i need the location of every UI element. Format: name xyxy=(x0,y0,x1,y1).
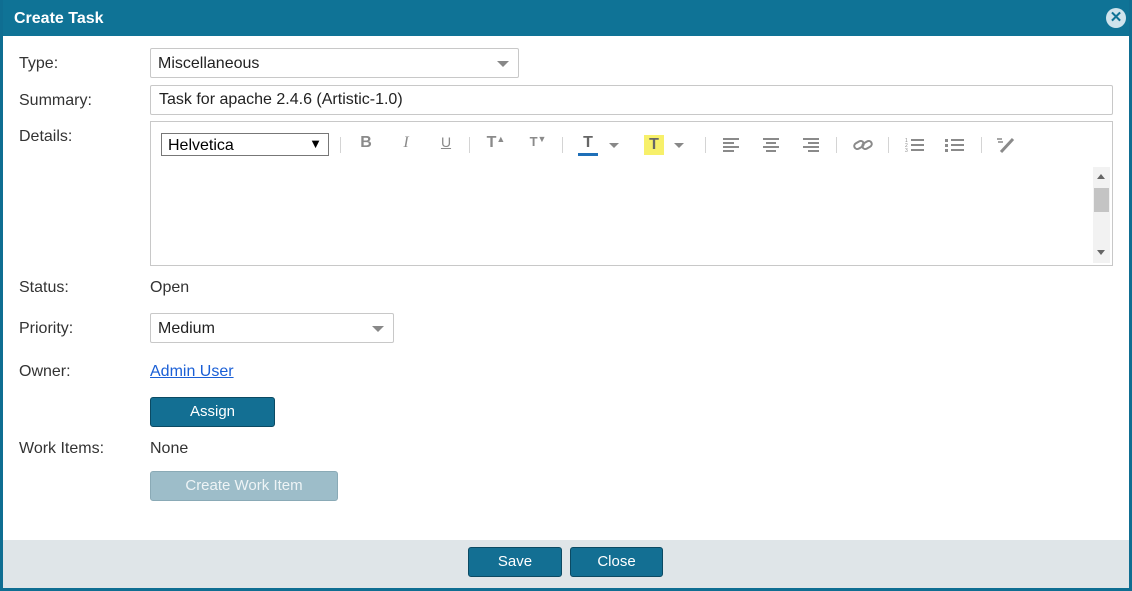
scroll-up-icon[interactable] xyxy=(1097,174,1105,179)
close-dialog-icon[interactable]: ✕ xyxy=(1106,8,1126,28)
work-items-label: Work Items: xyxy=(19,440,105,457)
status-label: Status: xyxy=(19,279,69,296)
font-family-value: Helvetica xyxy=(168,137,234,154)
summary-input[interactable] xyxy=(150,85,1113,115)
toolbar-divider xyxy=(888,137,889,153)
toolbar-divider xyxy=(340,137,341,153)
underline-icon[interactable]: U xyxy=(438,134,454,156)
type-label: Type: xyxy=(19,55,59,72)
create-work-item-button[interactable]: Create Work Item xyxy=(150,471,338,501)
arrow-down-icon: ▼ xyxy=(537,134,547,144)
owner-link[interactable]: Admin User xyxy=(150,363,234,381)
align-right-icon[interactable] xyxy=(803,138,819,152)
highlight-dropdown-icon[interactable] xyxy=(674,143,684,148)
assign-button[interactable]: Assign xyxy=(150,397,275,427)
text-color-icon[interactable]: T xyxy=(578,134,598,156)
superscript-label: T xyxy=(486,134,497,151)
ordered-list-icon[interactable]: 1 2 3 xyxy=(905,137,925,153)
save-button[interactable]: Save xyxy=(468,547,562,577)
details-label: Details: xyxy=(19,128,73,145)
highlight-icon[interactable]: T xyxy=(644,135,664,155)
italic-icon[interactable]: I xyxy=(398,134,414,156)
toolbar-divider xyxy=(469,137,470,153)
toolbar-divider xyxy=(562,137,563,153)
summary-label: Summary: xyxy=(19,92,92,109)
align-left-icon[interactable] xyxy=(723,138,739,152)
toolbar-divider xyxy=(836,137,837,153)
priority-label: Priority: xyxy=(19,320,74,337)
svg-text:3: 3 xyxy=(905,148,908,153)
text-color-label: T xyxy=(583,134,593,151)
details-rich-text-editor[interactable]: Helvetica ▼ B I U T▲ T▼ T T 1 2 3 xyxy=(150,121,1113,266)
subscript-label: T xyxy=(529,134,538,149)
chevron-down-icon xyxy=(497,61,509,67)
owner-label: Owner: xyxy=(19,363,71,380)
work-items-value: None xyxy=(150,440,189,457)
align-center-icon[interactable] xyxy=(763,138,779,152)
text-color-dropdown-icon[interactable] xyxy=(609,143,619,148)
text-color-bar xyxy=(578,153,598,156)
toolbar-divider xyxy=(981,137,982,153)
dialog-title: Create Task xyxy=(14,10,104,27)
dialog-titlebar: Create Task ✕ xyxy=(3,0,1129,36)
link-icon[interactable] xyxy=(853,137,873,153)
close-button[interactable]: Close xyxy=(570,547,663,577)
status-value: Open xyxy=(150,279,190,296)
priority-select[interactable]: Medium xyxy=(150,313,394,343)
type-select-value: Miscellaneous xyxy=(158,55,260,72)
priority-select-value: Medium xyxy=(158,320,215,337)
editor-scrollbar[interactable] xyxy=(1093,167,1110,263)
scroll-down-icon[interactable] xyxy=(1097,250,1105,255)
type-select[interactable]: Miscellaneous xyxy=(150,48,519,78)
superscript-icon[interactable]: T▲ xyxy=(485,134,507,156)
clear-format-icon[interactable] xyxy=(996,136,1016,154)
dialog-footer: Save Close xyxy=(3,540,1129,588)
caret-down-icon: ▼ xyxy=(309,136,322,151)
unordered-list-icon[interactable] xyxy=(945,137,965,153)
arrow-up-icon: ▲ xyxy=(496,134,506,144)
subscript-icon[interactable]: T▼ xyxy=(527,134,549,156)
create-task-dialog: Create Task ✕ Type: Miscellaneous Summar… xyxy=(0,0,1132,591)
bold-icon[interactable]: B xyxy=(358,134,374,156)
font-family-select[interactable]: Helvetica ▼ xyxy=(161,133,329,156)
toolbar-divider xyxy=(705,137,706,153)
chevron-down-icon xyxy=(372,326,384,332)
scrollbar-thumb[interactable] xyxy=(1094,188,1109,212)
